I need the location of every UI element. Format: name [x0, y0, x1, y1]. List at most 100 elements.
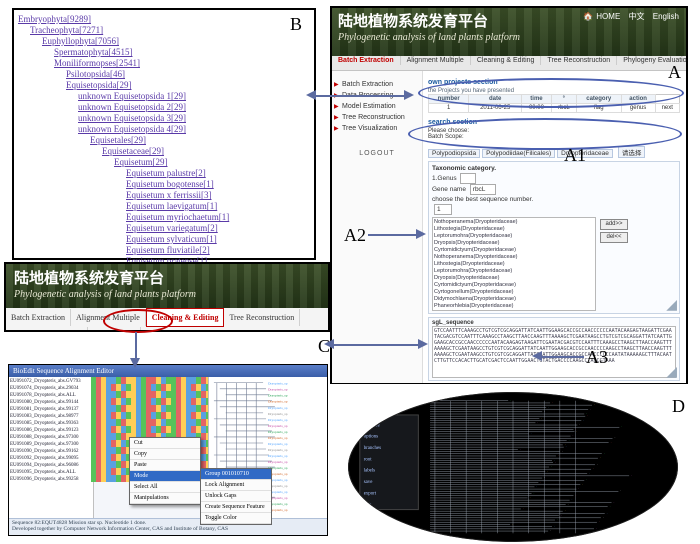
breadcrumb-item[interactable]: Polypodiidae(Filicales) [482, 149, 555, 158]
panel-c-tab[interactable]: Phylogeny Evaluation [6, 327, 88, 332]
listbox-option[interactable]: Didymochlaena(Dryopteridaceae) [434, 296, 594, 303]
taxon-node[interactable]: unknown Equisetopsida 3[29] [78, 113, 308, 124]
logout-link[interactable]: LOGOUT [332, 150, 422, 157]
taxon-node[interactable]: Euphyllophyta[7056] [42, 36, 308, 47]
tab-cleaning-editing[interactable]: Cleaning & Editing [471, 56, 542, 65]
listbox-option[interactable]: Lithostegia(Dryopteridaceae) [434, 261, 594, 268]
taxon-node[interactable]: Embryophyta[9289] [18, 14, 308, 25]
listbox-option[interactable]: Dryopsis(Dryopteridaceae) [434, 240, 594, 247]
breadcrumb-item[interactable]: Polypodiopsida [428, 149, 480, 158]
header-top-links[interactable]: HOME 中文 English [580, 11, 682, 22]
choose-scope-button[interactable]: 请选择 [618, 146, 646, 158]
context-submenu-item[interactable]: Unlock Gaps [201, 491, 271, 502]
listbox-option[interactable]: Nothoperanema(Dryopteridaceae) [434, 254, 594, 261]
block-resize-handle[interactable]: ◢ [666, 296, 677, 313]
taxon-node[interactable]: unknown Equisetopsida 1[29] [78, 91, 308, 102]
panel-c-tabs[interactable]: Batch ExtractionAlignment MultipleCleani… [6, 308, 328, 330]
taxon-node[interactable]: Psilotopsida[46] [66, 69, 308, 80]
taxon-node[interactable]: Tracheophyta[7271] [30, 25, 308, 36]
listbox-option[interactable]: Dryopsis(Dryopteridaceae) [434, 275, 594, 282]
alignment-seq-name[interactable]: EU091089_Dryopteris_abs.97300 [10, 441, 92, 448]
listbox-option[interactable]: Leptorumohra(Dryopteridaceae) [434, 268, 594, 275]
tab-alignment-multiple[interactable]: Alignment Multiple [401, 56, 471, 65]
projects-table[interactable]: numberdatetime°categoryaction12011-06-25… [428, 94, 680, 113]
lang-en[interactable]: English [653, 12, 679, 21]
context-menu-item[interactable]: Paste [130, 460, 200, 471]
alignment-context-menu[interactable]: CutCopyPasteModeSelect AllManipulationsG… [129, 437, 201, 505]
context-submenu-item[interactable]: Toggle Color [201, 513, 271, 524]
sequence-textarea[interactable]: GTCCAATTTCAAAGCCTGTCGTCGCAGGATTATCAATTGG… [432, 326, 676, 378]
context-menu-item[interactable]: Copy [130, 449, 200, 460]
alignment-seq-name[interactable]: EU091074_Dryopteris_abs.29034 [10, 385, 92, 392]
taxon-node[interactable]: Equisetales[29] [90, 135, 308, 146]
taxon-node[interactable]: Equisetum sylvaticum[1] [126, 234, 308, 245]
taxon-node[interactable]: Equisetum variegatum[2] [126, 223, 308, 234]
taxon-node[interactable]: Equisetum myriochaetum[1] [126, 212, 308, 223]
alignment-seq-name[interactable]: EU091083_Dryopteris_abs.98977 [10, 413, 92, 420]
tab-tree-reconstruction[interactable]: Tree Reconstruction [541, 56, 617, 65]
listbox-option[interactable]: Cyrtomidictyum(Dryopteridaceae) [434, 247, 594, 254]
taxonomy-tree[interactable]: Embryophyta[9289]Tracheophyta[7271]Euphy… [14, 10, 314, 293]
alignment-seq-name[interactable]: EU091094_Dryopteris_abs.96086 [10, 462, 92, 469]
panel-c-tab[interactable]: Cleaning & Editing [146, 308, 225, 327]
sidebar-item[interactable]: Tree Visualization [332, 123, 422, 134]
listbox-option[interactable]: Cyrtogonellum(Dryopteridaceae) [434, 289, 594, 296]
block-resize-handle[interactable]: ◢ [666, 363, 677, 380]
taxcat-gene-dropdown[interactable]: rbcL [470, 184, 497, 195]
context-submenu-item[interactable]: Create Sequence Feature [201, 502, 271, 513]
taxon-node[interactable]: unknown Equisetopsida 4[29] [78, 124, 308, 135]
taxon-node[interactable]: Equisetopsida[29] [66, 80, 308, 91]
taxon-node[interactable]: Equisetum x ferrissii[3] [126, 190, 308, 201]
context-submenu-item[interactable]: Group 001010710 [201, 469, 271, 480]
context-menu-item[interactable]: Cut [130, 438, 200, 449]
panel-c-tab[interactable]: Alignment Multiple [71, 309, 146, 326]
alignment-seq-name[interactable]: EU091095_Dryopteris_abs.ALL [10, 469, 92, 476]
sidebar-item[interactable]: Batch Extraction [332, 79, 422, 90]
alignment-seq-name[interactable]: EU091092_Dryopteris_abs.99095 [10, 455, 92, 462]
context-submenu-item[interactable]: Lock Alignment [201, 480, 271, 491]
context-menu-item[interactable]: Select All [130, 482, 200, 493]
platform-tabs[interactable]: Batch ExtractionAlignment MultipleCleani… [332, 56, 686, 71]
scope-breadcrumb[interactable]: PolypodiopsidaPolypodiidae(Filicales)Dry… [428, 146, 680, 158]
taxon-node[interactable]: Moniliformopses[2541] [54, 58, 308, 69]
alignment-seq-name[interactable]: EU091090_Dryopteris_abs.99162 [10, 448, 92, 455]
taxon-node[interactable]: Spermatophyta[4515] [54, 47, 308, 58]
taxon-node[interactable]: Equisetum fluviatile[2] [126, 245, 308, 256]
taxcat-seqnum-input[interactable]: 1 [434, 204, 452, 215]
alignment-seq-name[interactable]: EU091086_Dryopteris_abs.99123 [10, 427, 92, 434]
listbox-option[interactable]: Phaneorhlebia(Dryopteridaceae) [434, 303, 594, 310]
listbox-option[interactable]: Lithostegia(Dryopteridaceae) [434, 226, 594, 233]
context-menu-item[interactable]: Mode [130, 471, 200, 482]
taxon-node[interactable]: Equisetaceae[29] [102, 146, 308, 157]
taxon-node[interactable]: Equisetum laevigatum[1] [126, 201, 308, 212]
listbox-option[interactable]: Leptorumohra(Dryopteridaceae) [434, 233, 594, 240]
add-button[interactable]: add>> [600, 219, 628, 230]
taxa-listbox[interactable]: Nothoperanema(Dryopteridaceae)Lithostegi… [432, 217, 596, 311]
listbox-option[interactable]: Nothoperanema(Dryopteridaceae) [434, 219, 594, 226]
alignment-seq-name[interactable]: EU091078_Dryopteris_abs.ALL [10, 392, 92, 399]
context-menu-item[interactable]: Manipulations [130, 493, 200, 504]
taxcat-genus-dropdown[interactable] [460, 173, 476, 184]
taxon-node[interactable]: unknown Equisetopsida 2[29] [78, 102, 308, 113]
alignment-seq-name[interactable]: EU091088_Dryopteris_abs.97300 [10, 434, 92, 441]
alignment-seq-name[interactable]: EU091085_Dryopteris_abs.99363 [10, 420, 92, 427]
tab-batch-extraction[interactable]: Batch Extraction [332, 56, 401, 65]
alignment-seq-name[interactable]: EU091081_Dryopteris_abs.99137 [10, 406, 92, 413]
visualization-tree[interactable]: plot treeoptionsbranchesrootlabelssaveex… [352, 396, 674, 538]
taxon-node[interactable]: Equisetum[29] [114, 157, 308, 168]
panel-c-tab[interactable]: Tree Reconstruction [224, 309, 300, 326]
taxon-node[interactable]: Equisetum palustre[2] [126, 168, 308, 179]
del-button[interactable]: del<< [600, 232, 628, 243]
sidebar-item[interactable]: Model Estimation [332, 101, 422, 112]
home-link[interactable]: HOME [583, 12, 620, 21]
panel-c-tab[interactable]: Visualization [88, 327, 141, 332]
alignment-seq-name[interactable]: EU091072_Dryopteris_abs.GV793 [10, 378, 92, 385]
alignment-seq-name[interactable]: EU091096_Dryopteris_abs.99258 [10, 476, 92, 483]
sidebar-item[interactable]: Tree Reconstruction [332, 112, 422, 123]
listbox-option[interactable]: Plecosorus(Dryopteridaceae) [434, 310, 594, 311]
taxon-node[interactable]: Equisetum bogotense[1] [126, 179, 308, 190]
alignment-sequence-names[interactable]: EU091072_Dryopteris_abs.GV793EU091074_Dr… [9, 377, 94, 521]
listbox-option[interactable]: Cyrtomidictyum(Dryopteridaceae) [434, 282, 594, 289]
panel-c-tab[interactable]: Batch Extraction [6, 309, 71, 326]
lang-cn[interactable]: 中文 [629, 12, 645, 21]
